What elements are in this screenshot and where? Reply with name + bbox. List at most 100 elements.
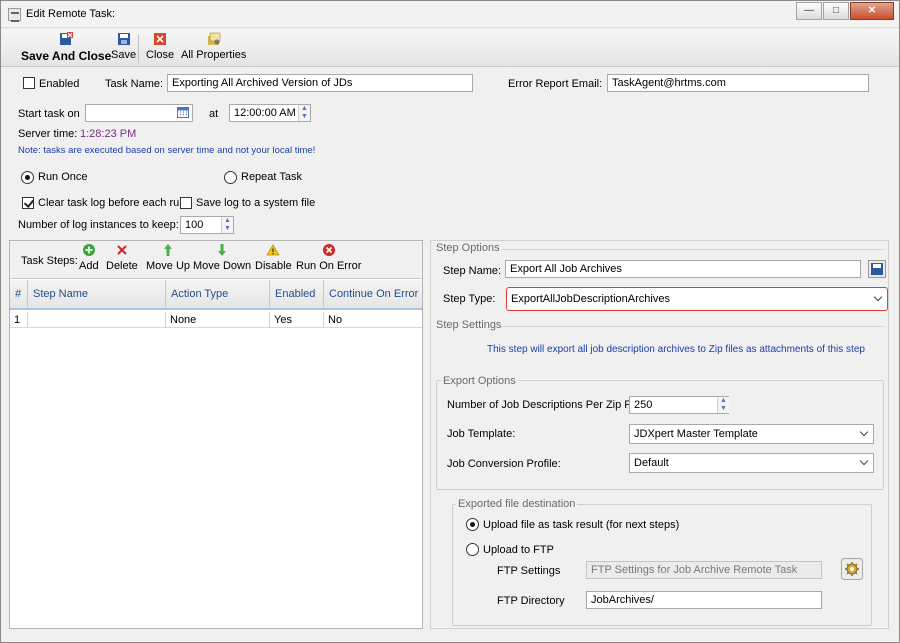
delete-step-button[interactable]: Delete xyxy=(106,243,138,272)
task-name-label: Task Name: xyxy=(105,78,164,90)
section-divider xyxy=(501,326,885,327)
minimize-button[interactable]: — xyxy=(796,2,822,20)
step-type-select[interactable]: ExportAllJobDescriptionArchives xyxy=(506,287,888,311)
cell-enabled: Yes xyxy=(270,312,324,328)
step-name-label: Step Name: xyxy=(443,265,502,277)
run-once-label: Run Once xyxy=(38,171,88,183)
all-properties-button[interactable]: All Properties xyxy=(181,32,246,61)
ftp-settings-label: FTP Settings xyxy=(497,565,561,577)
add-step-label: Add xyxy=(79,260,99,272)
ftp-directory-input[interactable]: JobArchives/ xyxy=(586,591,822,609)
run-on-error-label: Run On Error xyxy=(296,260,362,272)
column-header-number[interactable]: # xyxy=(10,280,28,308)
delete-step-label: Delete xyxy=(106,260,138,272)
column-header-continue-on-error[interactable]: Continue On Error xyxy=(324,280,422,308)
enabled-checkbox[interactable] xyxy=(23,77,35,89)
ftp-settings-field: FTP Settings for Job Archive Remote Task xyxy=(586,561,822,579)
task-name-input[interactable]: Exporting All Archived Version of JDs xyxy=(167,74,473,92)
calendar-icon[interactable] xyxy=(177,107,189,118)
close-icon xyxy=(154,33,167,45)
per-zip-label: Number of Job Descriptions Per Zip File: xyxy=(447,399,646,411)
start-task-label: Start task on xyxy=(18,108,80,120)
step-options-panel: Step Options Step Name: Export All Job A… xyxy=(430,240,889,629)
repeat-task-radio[interactable] xyxy=(224,171,237,184)
maximize-button[interactable]: □ xyxy=(823,2,849,20)
window-controls: — □ ✕ xyxy=(795,2,894,20)
move-up-label: Move Up xyxy=(146,260,191,272)
job-template-label: Job Template: xyxy=(447,428,516,440)
step-type-label: Step Type: xyxy=(443,293,496,305)
step-name-input[interactable]: Export All Job Archives xyxy=(505,260,861,278)
disable-step-label: Disable xyxy=(255,260,292,272)
column-header-action-type[interactable]: Action Type xyxy=(166,280,270,308)
job-template-value: JDXpert Master Template xyxy=(634,428,758,440)
save-label: Save xyxy=(111,49,137,61)
save-and-close-button[interactable]: Save And Close xyxy=(21,32,111,63)
save-log-checkbox[interactable] xyxy=(180,197,192,209)
app-icon xyxy=(8,8,21,22)
step-type-value: ExportAllJobDescriptionArchives xyxy=(511,293,670,305)
clear-log-checkbox[interactable] xyxy=(22,197,34,209)
warning-icon xyxy=(266,244,281,256)
log-instances-spinner[interactable]: ▲ ▼ xyxy=(221,217,233,233)
save-and-close-label: Save And Close xyxy=(21,49,112,63)
clear-log-label: Clear task log before each run xyxy=(38,197,186,209)
task-steps-panel: Task Steps: Add Delete Move Up Move Down… xyxy=(9,240,423,629)
properties-icon xyxy=(207,32,221,45)
save-log-label: Save log to a system file xyxy=(196,197,316,209)
cell-number: 1 xyxy=(10,312,28,328)
task-steps-label: Task Steps: xyxy=(21,255,78,267)
upload-ftp-label: Upload to FTP xyxy=(483,544,554,556)
job-template-select[interactable]: JDXpert Master Template xyxy=(629,424,874,444)
per-zip-spinner[interactable]: ▲ ▼ xyxy=(717,397,729,413)
gear-icon[interactable] xyxy=(841,558,863,580)
column-header-step-name[interactable]: Step Name xyxy=(28,280,166,308)
close-label: Close xyxy=(146,49,175,61)
error-icon xyxy=(322,244,335,256)
save-step-icon[interactable] xyxy=(868,260,886,278)
save-and-close-icon xyxy=(60,32,74,45)
step-settings-title: Step Settings xyxy=(436,319,502,331)
delete-icon xyxy=(117,245,127,255)
time-spinner[interactable]: ▲ ▼ xyxy=(298,105,310,121)
run-once-radio[interactable] xyxy=(21,171,34,184)
upload-ftp-radio[interactable] xyxy=(466,543,479,556)
main-toolbar: Save And Close Save Close All Properties xyxy=(1,29,899,67)
column-header-enabled[interactable]: Enabled xyxy=(270,280,324,308)
log-instances-label: Number of log instances to keep: xyxy=(18,219,179,231)
disable-step-button[interactable]: Disable xyxy=(255,243,292,272)
steps-grid-header: # Step Name Action Type Enabled Continue… xyxy=(10,280,422,310)
move-up-button[interactable]: Move Up xyxy=(146,243,190,272)
cell-continue-on-error: No xyxy=(328,314,343,326)
section-divider xyxy=(501,249,885,250)
upload-result-label: Upload file as task result (for next ste… xyxy=(483,519,680,531)
add-step-button[interactable]: Add xyxy=(79,243,99,272)
chevron-down-icon xyxy=(859,456,869,466)
step-description: This step will export all job descriptio… xyxy=(487,344,865,355)
timezone-note: Note: tasks are executed based on server… xyxy=(18,145,316,156)
table-row[interactable]: 1 None Yes No xyxy=(10,312,422,328)
step-options-title: Step Options xyxy=(436,242,500,254)
edit-remote-task-window: Edit Remote Task: — □ ✕ Save And Close S… xyxy=(0,0,900,643)
move-down-button[interactable]: Move Down xyxy=(193,243,251,272)
save-icon xyxy=(117,33,130,45)
steps-toolbar: Task Steps: Add Delete Move Up Move Down… xyxy=(10,241,422,279)
close-window-button[interactable]: ✕ xyxy=(850,2,894,20)
error-email-input[interactable]: TaskAgent@hrtms.com xyxy=(607,74,869,92)
at-label: at xyxy=(209,108,219,120)
conversion-profile-label: Job Conversion Profile: xyxy=(447,458,561,470)
close-button[interactable]: Close xyxy=(146,32,174,61)
upload-result-radio[interactable] xyxy=(466,518,479,531)
toolbar-divider xyxy=(138,35,139,63)
per-zip-input[interactable]: 250 xyxy=(629,396,729,414)
export-options-title: Export Options xyxy=(441,375,518,387)
title-bar: Edit Remote Task: — □ ✕ xyxy=(1,1,899,28)
conversion-profile-select[interactable]: Default xyxy=(629,453,874,473)
save-button[interactable]: Save xyxy=(111,32,136,61)
server-time-label: Server time: xyxy=(18,128,78,140)
error-email-label: Error Report Email: xyxy=(508,78,603,90)
run-on-error-button[interactable]: Run On Error xyxy=(296,243,361,272)
arrow-down-icon xyxy=(218,244,227,256)
chevron-down-icon xyxy=(873,292,883,302)
ftp-directory-label: FTP Directory xyxy=(497,595,565,607)
